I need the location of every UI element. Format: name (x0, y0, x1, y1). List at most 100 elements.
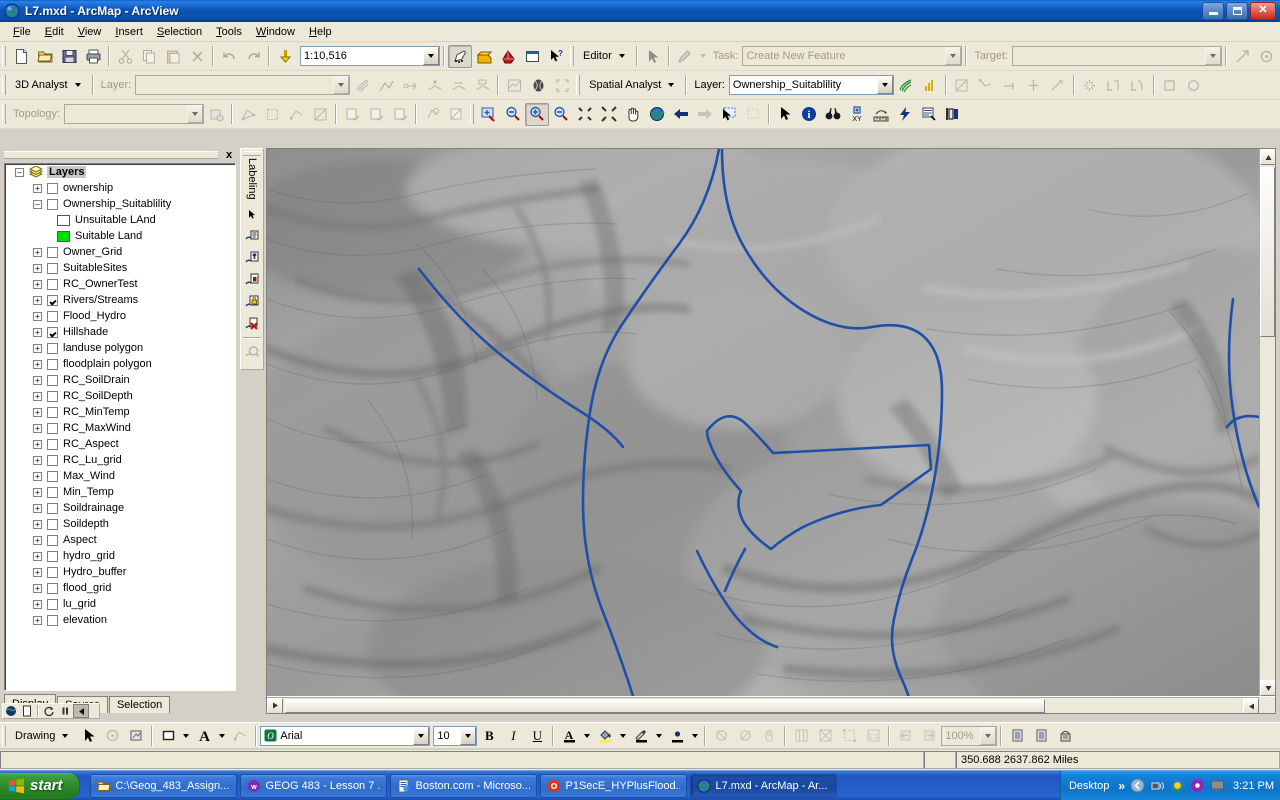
copy-icon[interactable] (137, 45, 161, 68)
toc-layer-row[interactable]: Unsuitable LAnd (5, 212, 235, 228)
toolbar-grip[interactable] (2, 46, 6, 66)
font-color-icon[interactable]: A (557, 724, 581, 747)
toc-layer-row[interactable]: + landuse polygon (5, 340, 235, 356)
expand-expander-icon[interactable]: + (33, 615, 42, 625)
bold-button[interactable]: B (477, 724, 501, 747)
layer-visibility-checkbox[interactable] (47, 486, 58, 498)
vertical-scroll-thumb[interactable] (1260, 167, 1275, 337)
cut-icon[interactable] (113, 45, 137, 68)
bring-forward-icon[interactable] (893, 724, 917, 747)
zoom-percent-combo[interactable]: 100% (941, 725, 998, 746)
toc-layer-row[interactable]: + RC_MinTemp (5, 404, 235, 420)
align-center-icon[interactable] (733, 724, 757, 747)
rectangle-dropdown-icon[interactable] (180, 724, 192, 747)
whats-this-help-icon[interactable]: ? (544, 45, 568, 68)
menu-tools[interactable]: Tools (209, 24, 249, 40)
layer-visibility-checkbox[interactable] (47, 406, 58, 418)
legend-swatch[interactable] (57, 230, 70, 242)
go-to-xy-icon[interactable]: XY (845, 103, 869, 126)
scroll-down-button[interactable] (1260, 680, 1275, 696)
layer-visibility-checkbox[interactable] (47, 566, 58, 578)
zoom-out-icon[interactable] (501, 103, 525, 126)
delete-labels-icon[interactable] (241, 313, 263, 335)
print-icon[interactable] (81, 45, 105, 68)
edit-target-combo[interactable] (1012, 46, 1223, 66)
toc-layer-row[interactable]: + hydro_grid (5, 548, 235, 564)
expand-expander-icon[interactable]: + (33, 375, 42, 385)
expand-expander-icon[interactable]: + (33, 279, 42, 289)
arctoolbox-icon[interactable] (472, 45, 496, 68)
select-elements-icon[interactable] (76, 724, 100, 747)
view-unplaced-labels-icon[interactable] (241, 341, 263, 363)
toc-root-layers[interactable]: – Layers (5, 164, 235, 180)
new-graphic-icon[interactable] (124, 724, 148, 747)
italic-button[interactable]: I (501, 724, 525, 747)
minimize-button[interactable] (1202, 1, 1224, 20)
topology-grip[interactable] (2, 104, 6, 124)
spatial-layer-dropdown-icon[interactable] (876, 76, 893, 94)
expand-expander-icon[interactable]: + (33, 455, 42, 465)
select-features-icon[interactable] (717, 103, 741, 126)
toc-close-button[interactable]: x (222, 149, 236, 162)
layer-visibility-checkbox[interactable] (47, 598, 58, 610)
validate-topology-area-icon[interactable] (236, 103, 260, 126)
draw-rectangle-icon[interactable] (156, 724, 180, 747)
data-view-globe-icon[interactable] (3, 704, 19, 718)
draw-text-icon[interactable]: A (192, 724, 216, 747)
expand-expander-icon[interactable]: + (33, 183, 42, 193)
tools-toolbar-grip[interactable] (470, 104, 475, 124)
tray-display-icon[interactable] (1210, 778, 1225, 793)
expand-expander-icon[interactable]: + (33, 439, 42, 449)
interpolate-polygon-icon[interactable] (470, 74, 494, 97)
editor-menu-button[interactable]: Editor (577, 45, 633, 67)
create-profile-icon[interactable] (550, 74, 574, 97)
new-document-icon[interactable] (9, 45, 33, 68)
layer-visibility-checkbox[interactable] (47, 294, 58, 306)
group-icon[interactable] (837, 724, 861, 747)
find-binoculars-icon[interactable] (821, 103, 845, 126)
3d-analyst-grip[interactable] (2, 75, 6, 95)
select-elements-arrow-icon[interactable] (773, 103, 797, 126)
toc-layer-row[interactable]: + Soildrainage (5, 500, 235, 516)
toc-layer-row[interactable]: + floodplain polygon (5, 356, 235, 372)
spatial-analyst-menu-button[interactable]: Spatial Analyst (583, 74, 682, 96)
measure-icon[interactable] (869, 103, 893, 126)
redo-icon[interactable] (241, 45, 265, 68)
ungroup-icon[interactable]: 1:1 (861, 724, 885, 747)
interpolate-point-icon[interactable] (422, 74, 446, 97)
fix-topology-error-icon[interactable] (364, 103, 388, 126)
drawing-menu-button[interactable]: Drawing (9, 725, 76, 747)
square-sketch-icon[interactable] (1158, 74, 1182, 97)
arcscene-icon[interactable] (526, 74, 550, 97)
tray-media-icon[interactable] (1190, 778, 1205, 793)
labeling-toolbar-grip[interactable] (243, 151, 261, 156)
expand-expander-icon[interactable]: + (33, 583, 42, 593)
label-weight-icon[interactable] (241, 269, 263, 291)
restore-button[interactable] (1226, 1, 1248, 20)
layer-visibility-checkbox[interactable] (47, 518, 58, 530)
toc-layer-row[interactable]: + Owner_Grid (5, 244, 235, 260)
scroll-up-button[interactable] (1260, 149, 1275, 165)
zoom-to-layer-icon[interactable] (597, 103, 621, 126)
spatial-analyst-layer-combo[interactable]: Ownership_Suitablility (728, 75, 894, 95)
map-canvas[interactable] (267, 149, 1259, 696)
collapse-expander-icon[interactable]: – (33, 199, 42, 209)
show-shared-features-icon[interactable] (308, 103, 332, 126)
toc-layer-row[interactable]: + lu_grid (5, 596, 235, 612)
topology-dropdown-icon[interactable] (187, 105, 204, 123)
layer-visibility-checkbox[interactable] (47, 358, 58, 370)
desktop-toolbar-label[interactable]: Desktop (1065, 780, 1113, 792)
toc-layer-row[interactable]: + RC_Aspect (5, 436, 235, 452)
layer-visibility-checkbox[interactable] (47, 390, 58, 402)
sketch-dropdown-icon[interactable] (697, 45, 709, 68)
distribute-vertical-icon[interactable] (813, 724, 837, 747)
toc-layer-row[interactable]: + Hydro_buffer (5, 564, 235, 580)
3d-layer-dropdown-icon[interactable] (333, 76, 350, 94)
expand-expander-icon[interactable]: + (33, 343, 42, 353)
send-backward-icon[interactable] (917, 724, 941, 747)
edit-arrow-icon[interactable] (641, 45, 665, 68)
layer-visibility-checkbox[interactable] (47, 454, 58, 466)
order-front-icon[interactable] (1005, 724, 1029, 747)
pan-hand-icon[interactable] (621, 103, 645, 126)
expand-expander-icon[interactable]: + (33, 295, 42, 305)
